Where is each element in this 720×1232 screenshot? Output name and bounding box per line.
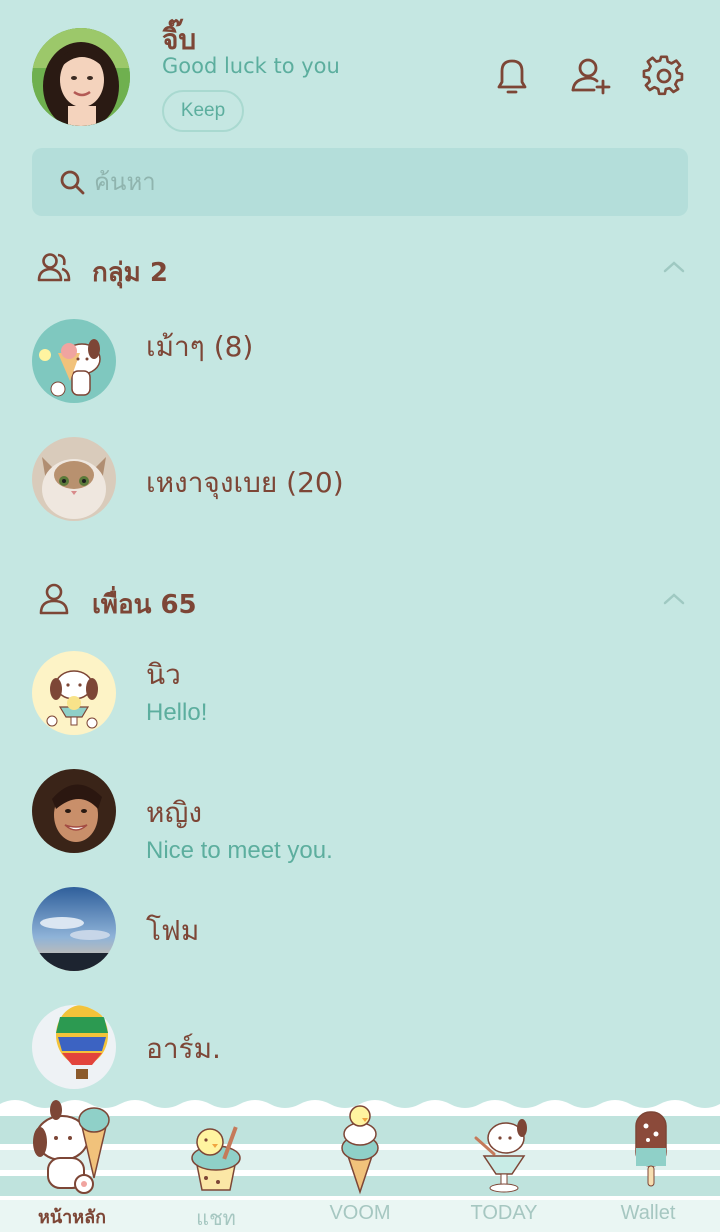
tab-home-label: หน้าหลัก <box>37 1207 107 1228</box>
friend-avatar <box>32 1005 116 1089</box>
friend-row[interactable]: อาร์ม. <box>0 1005 720 1105</box>
friend-row[interactable]: โฟม <box>0 887 720 987</box>
friend-avatar <box>32 769 116 853</box>
bottom-tab-bar: หน้าหลัก แชท VOOM TODAY Wallet <box>0 1094 720 1232</box>
group-row[interactable]: เหงาจุงเบย (20) <box>0 437 720 537</box>
person-icon <box>39 583 69 615</box>
today-parfait-icon <box>474 1119 527 1193</box>
friend-avatar <box>32 887 116 971</box>
friend-avatar <box>32 651 116 735</box>
groups-section-label: กลุ่ม 2 <box>92 258 168 288</box>
tab-home[interactable]: หน้าหลัก <box>0 1094 144 1232</box>
group-avatar <box>32 319 116 403</box>
add-friend-icon[interactable] <box>568 54 612 98</box>
search-icon <box>60 170 85 195</box>
tab-chat[interactable]: แชท <box>144 1094 288 1232</box>
search-input[interactable] <box>94 162 654 202</box>
home-mascot-icon <box>33 1100 110 1194</box>
friend-status-message: Nice to meet you. <box>146 837 333 864</box>
profile-header: จิ๊บ Good luck to you Keep <box>0 0 720 140</box>
friend-row[interactable]: หญิง Nice to meet you. <box>0 769 720 869</box>
group-name: เม้าๆ (8) <box>146 330 254 363</box>
friends-section-label: เพื่อน 65 <box>92 590 197 620</box>
bell-icon[interactable] <box>490 54 534 98</box>
voom-cone-icon <box>341 1105 379 1195</box>
group-icon <box>37 253 71 282</box>
tab-voom[interactable]: VOOM <box>288 1094 432 1232</box>
tab-wallet[interactable]: Wallet <box>576 1094 720 1232</box>
tab-wallet-label: Wallet <box>620 1202 676 1224</box>
chat-icecream-icon <box>191 1126 241 1191</box>
group-row[interactable]: เม้าๆ (8) <box>0 319 720 419</box>
chevron-up-icon[interactable] <box>660 588 688 608</box>
group-avatar <box>32 437 116 521</box>
profile-status-message: Good luck to you <box>162 54 340 78</box>
friends-section-header[interactable]: เพื่อน 65 <box>0 574 720 624</box>
friend-name: นิว <box>146 658 181 691</box>
wallet-popsicle-icon <box>635 1111 667 1187</box>
friend-name: อาร์ม. <box>146 1032 221 1065</box>
friend-name: โฟม <box>146 914 200 947</box>
group-name: เหงาจุงเบย (20) <box>146 466 344 499</box>
profile-avatar[interactable] <box>32 28 130 126</box>
tab-today[interactable]: TODAY <box>432 1094 576 1232</box>
tab-voom-label: VOOM <box>329 1202 391 1224</box>
tab-today-label: TODAY <box>470 1202 538 1224</box>
friend-name: หญิง <box>146 796 202 829</box>
friend-row[interactable]: นิว Hello! <box>0 651 720 751</box>
friend-status-message: Hello! <box>146 699 208 726</box>
groups-section-header[interactable]: กลุ่ม 2 <box>0 242 720 292</box>
settings-gear-icon[interactable] <box>642 54 686 98</box>
tab-chat-label: แชท <box>196 1208 236 1230</box>
keep-button[interactable]: Keep <box>162 90 244 132</box>
search-bar[interactable] <box>32 148 688 216</box>
chevron-up-icon[interactable] <box>660 256 688 276</box>
